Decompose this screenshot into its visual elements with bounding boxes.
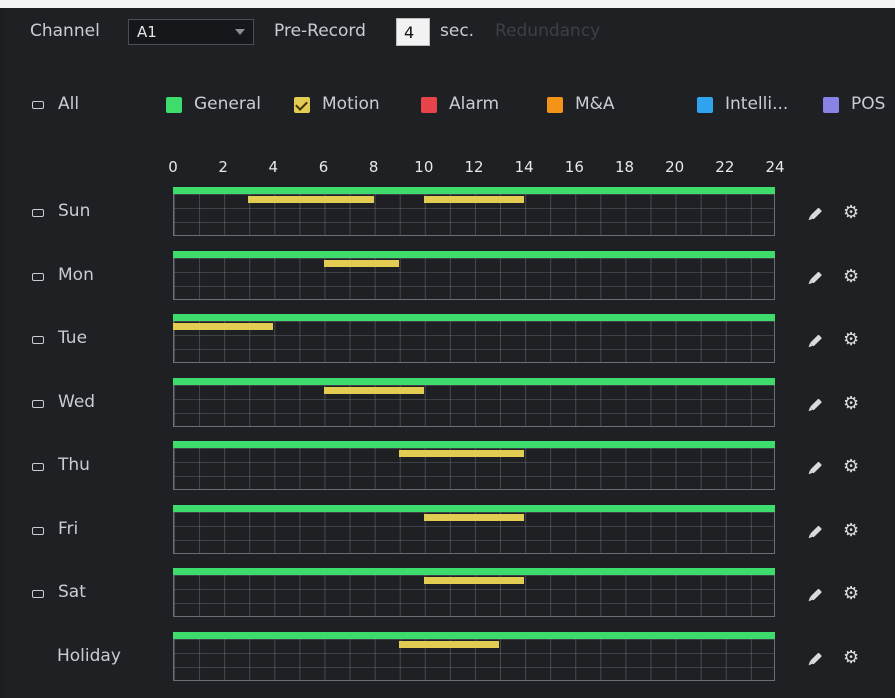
legend-label: General bbox=[194, 94, 261, 114]
day-checkbox[interactable] bbox=[32, 526, 44, 535]
legend-swatch-1[interactable] bbox=[294, 97, 310, 113]
gear-icon[interactable]: ⚙ bbox=[843, 521, 859, 540]
prerecord-unit: sec. bbox=[440, 21, 475, 41]
general-record-bar[interactable] bbox=[173, 631, 775, 639]
select-all-label: All bbox=[58, 94, 80, 114]
channel-label: Channel bbox=[30, 21, 100, 41]
gear-icon[interactable]: ⚙ bbox=[843, 394, 859, 413]
day-label: Mon bbox=[58, 264, 94, 285]
day-timeline-grid[interactable] bbox=[173, 257, 775, 300]
legend-label: Alarm bbox=[449, 94, 500, 114]
time-tick: 2 bbox=[218, 158, 228, 176]
time-tick: 10 bbox=[414, 158, 434, 176]
time-tick: 0 bbox=[168, 158, 178, 176]
legend-label: Intelli... bbox=[725, 94, 789, 114]
motion-record-bar[interactable] bbox=[323, 259, 399, 267]
motion-record-bar[interactable] bbox=[423, 577, 525, 584]
day-label: Sun bbox=[58, 201, 91, 221]
gear-icon[interactable]: ⚙ bbox=[843, 648, 859, 667]
prerecord-input[interactable]: 4 bbox=[396, 18, 430, 46]
legend-swatch-3[interactable] bbox=[547, 97, 563, 113]
general-record-bar[interactable] bbox=[173, 568, 775, 575]
day-timeline-grid[interactable] bbox=[173, 384, 775, 427]
chevron-down-icon bbox=[235, 29, 245, 35]
legend-swatch-0[interactable] bbox=[166, 97, 182, 113]
motion-record-bar[interactable] bbox=[248, 196, 374, 203]
day-label: Holiday bbox=[57, 645, 121, 666]
motion-record-bar[interactable] bbox=[323, 386, 424, 394]
day-checkbox[interactable] bbox=[32, 590, 44, 598]
time-tick: 20 bbox=[665, 158, 685, 176]
motion-record-bar[interactable] bbox=[173, 323, 274, 330]
day-checkbox[interactable] bbox=[32, 209, 44, 217]
day-label: Tue bbox=[58, 328, 88, 348]
motion-record-bar[interactable] bbox=[398, 640, 500, 648]
legend-label: M&A bbox=[575, 94, 615, 114]
channel-select[interactable]: A1 bbox=[128, 19, 254, 45]
time-tick: 18 bbox=[614, 158, 635, 176]
legend-swatch-5[interactable] bbox=[823, 97, 839, 113]
time-tick: 4 bbox=[268, 158, 279, 176]
day-label: Fri bbox=[58, 518, 79, 539]
general-record-bar[interactable] bbox=[173, 377, 775, 385]
gear-icon[interactable]: ⚙ bbox=[843, 267, 859, 286]
motion-record-bar[interactable] bbox=[423, 513, 525, 521]
gear-icon[interactable]: ⚙ bbox=[843, 585, 859, 603]
legend-swatch-4[interactable] bbox=[697, 97, 713, 113]
time-tick: 8 bbox=[368, 158, 379, 176]
general-record-bar[interactable] bbox=[173, 504, 775, 512]
day-checkbox[interactable] bbox=[32, 272, 44, 281]
gear-icon[interactable]: ⚙ bbox=[843, 458, 859, 476]
legend-label: POS bbox=[851, 94, 886, 114]
day-checkbox[interactable] bbox=[32, 399, 44, 408]
day-label: Sat bbox=[58, 582, 86, 602]
gear-icon[interactable]: ⚙ bbox=[843, 204, 859, 222]
general-record-bar[interactable] bbox=[173, 250, 775, 258]
day-label: Wed bbox=[58, 391, 96, 412]
time-tick: 12 bbox=[464, 158, 484, 176]
motion-record-bar[interactable] bbox=[398, 450, 525, 457]
gear-icon[interactable]: ⚙ bbox=[843, 331, 859, 349]
time-tick: 24 bbox=[765, 158, 785, 176]
time-tick: 16 bbox=[564, 158, 584, 176]
legend-swatch-2[interactable] bbox=[421, 97, 437, 113]
day-checkbox[interactable] bbox=[32, 336, 44, 344]
time-tick: 22 bbox=[715, 158, 735, 176]
time-tick: 14 bbox=[514, 158, 534, 176]
channel-select-value: A1 bbox=[137, 23, 157, 41]
day-label: Thu bbox=[58, 455, 90, 475]
general-record-bar[interactable] bbox=[173, 441, 775, 448]
prerecord-value: 4 bbox=[404, 23, 415, 42]
general-record-bar[interactable] bbox=[173, 187, 775, 194]
top-strip bbox=[0, 0, 895, 8]
motion-record-bar[interactable] bbox=[423, 196, 525, 203]
redundancy-label: Redundancy bbox=[495, 21, 601, 41]
general-record-bar[interactable] bbox=[173, 314, 775, 321]
day-checkbox[interactable] bbox=[32, 463, 44, 471]
prerecord-label: Pre-Record bbox=[274, 21, 366, 41]
select-all-checkbox[interactable] bbox=[32, 101, 44, 109]
legend-label: Motion bbox=[322, 94, 380, 114]
time-tick: 6 bbox=[318, 158, 329, 176]
